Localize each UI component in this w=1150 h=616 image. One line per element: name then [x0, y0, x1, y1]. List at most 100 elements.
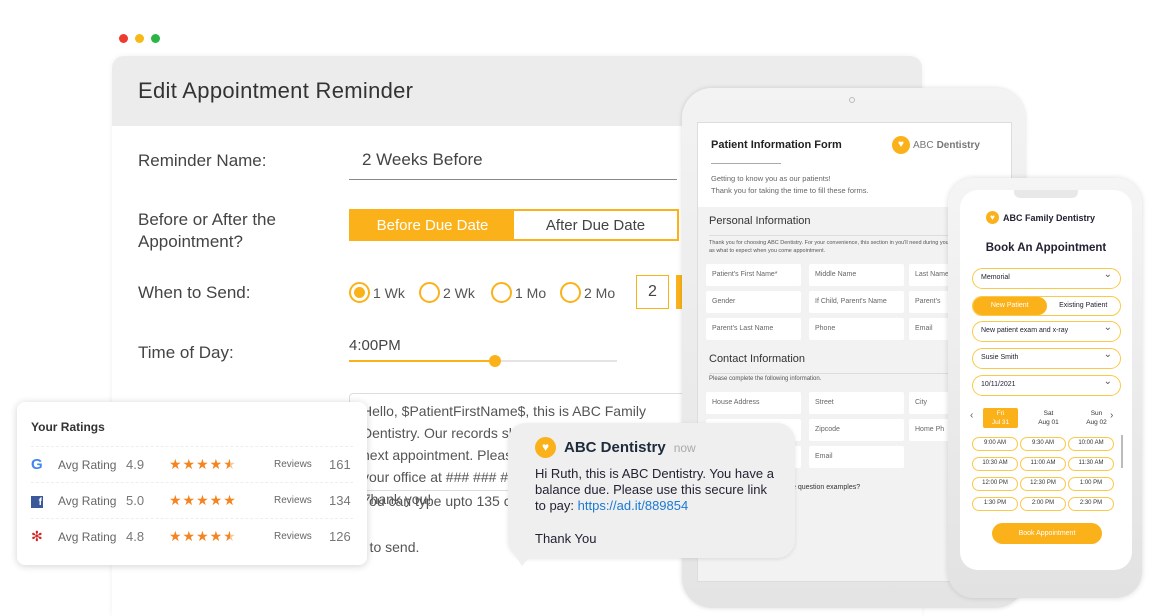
- date-select[interactable]: 10/11/2021: [972, 375, 1121, 396]
- time-slot[interactable]: 1:30 PM: [972, 497, 1018, 511]
- time-slot[interactable]: 9:00 AM: [972, 437, 1018, 451]
- form-field[interactable]: If Child, Parent's Name: [809, 291, 904, 313]
- radio-label: 1 Wk: [373, 284, 405, 301]
- day-name: Sun: [1090, 410, 1103, 417]
- time-slider[interactable]: [349, 355, 617, 367]
- intro-line: Getting to know you as our patients!: [711, 174, 831, 183]
- reminder-name-input[interactable]: 2 Weeks Before: [349, 146, 677, 180]
- existing-patient-button[interactable]: Existing Patient: [1047, 297, 1121, 315]
- time-slot[interactable]: 2:00 PM: [1020, 497, 1066, 511]
- time-slot[interactable]: 11:00 AM: [1020, 457, 1066, 471]
- day-name: Fri: [996, 410, 1005, 417]
- radio-1mo[interactable]: 1 Mo: [491, 282, 546, 303]
- reviews-label: Reviews: [274, 531, 312, 542]
- bubble-tail: [514, 554, 532, 566]
- phone-notch: [1014, 190, 1078, 198]
- form-title: Patient Information Form: [711, 139, 842, 151]
- service-select[interactable]: New patient exam and x-ray: [972, 321, 1121, 342]
- day-date: Aug 01: [1038, 419, 1059, 426]
- sms-bubble: ABC Dentistry now Hi Ruth, this is ABC D…: [508, 423, 795, 566]
- day-option[interactable]: Sun Aug 02: [1079, 408, 1114, 428]
- before-after-label-1: Before or After the: [138, 210, 276, 229]
- form-field[interactable]: Zipcode: [809, 419, 904, 441]
- radio-icon: [491, 282, 512, 303]
- time-slot[interactable]: 1:00 PM: [1068, 477, 1114, 491]
- message-line: Hello, $PatientFirstName$, this is ABC F…: [362, 403, 646, 419]
- maximize-window-dot[interactable]: [151, 34, 160, 43]
- minimize-window-dot[interactable]: [135, 34, 144, 43]
- reviews-label: Reviews: [274, 495, 312, 506]
- patient-type-toggle: New Patient Existing Patient: [972, 296, 1121, 316]
- intro-line: Thank you for taking the time to fill th…: [711, 186, 869, 195]
- time-slot[interactable]: 12:30 PM: [1020, 477, 1066, 491]
- form-field[interactable]: Street: [809, 392, 904, 414]
- time-slot[interactable]: 12:00 PM: [972, 477, 1018, 491]
- radio-icon: [419, 282, 440, 303]
- star-rating-icon: ★★★★★: [169, 528, 237, 544]
- time-of-day-label: Time of Day:: [138, 343, 234, 362]
- title-underline: [711, 163, 781, 164]
- before-due-date-button[interactable]: Before Due Date: [351, 211, 514, 239]
- contact-info-heading: Contact Information: [709, 353, 805, 365]
- times-scrollbar[interactable]: [1121, 435, 1123, 468]
- brand-logo: ABC Dentistry: [892, 136, 980, 154]
- day-date: Aug 02: [1086, 419, 1107, 426]
- form-field[interactable]: Email: [809, 446, 904, 468]
- day-option[interactable]: Fri Jul 31: [983, 408, 1018, 428]
- avg-rating-label: Avg Rating: [58, 493, 117, 508]
- form-field[interactable]: Gender: [706, 291, 801, 313]
- custom-interval-input[interactable]: 2: [636, 275, 669, 309]
- avg-rating-value: 4.8: [126, 529, 145, 544]
- reviews-label: Reviews: [274, 459, 312, 470]
- form-field[interactable]: Phone: [809, 318, 904, 340]
- brand-light: ABC: [913, 139, 934, 151]
- slider-thumb[interactable]: [489, 355, 502, 367]
- sms-closing: Thank You: [535, 531, 597, 546]
- rating-row: f Avg Rating 5.0 ★★★★★ Reviews 134: [31, 482, 353, 518]
- sms-payment-link[interactable]: https://ad.it/889854: [578, 498, 689, 513]
- avg-rating-value: 4.9: [126, 457, 145, 472]
- send-hint: r to send.: [361, 539, 420, 555]
- before-after-label-2: Appointment?: [138, 232, 243, 251]
- time-slot[interactable]: 9:30 AM: [1020, 437, 1066, 451]
- book-appointment-button[interactable]: Book Appointment: [992, 523, 1102, 544]
- form-field[interactable]: Parent's Last Name: [706, 318, 801, 340]
- form-field[interactable]: Middle Name: [809, 264, 904, 286]
- star-rating-icon: ★★★★★: [169, 492, 237, 508]
- booking-brand: ABC Family Dentistry: [986, 211, 1095, 224]
- time-slot[interactable]: 10:30 AM: [972, 457, 1018, 471]
- avg-rating-label: Avg Rating: [58, 529, 117, 544]
- day-name: Sat: [1043, 410, 1054, 417]
- tooth-logo-icon: [535, 437, 556, 458]
- time-slot[interactable]: 11:30 AM: [1068, 457, 1114, 471]
- form-field[interactable]: House Address: [706, 392, 801, 414]
- ratings-card: Your Ratings G Avg Rating 4.9 ★★★★★ Revi…: [17, 402, 367, 565]
- radio-checked-icon: [349, 282, 370, 303]
- question-examples-text: e question examples?: [792, 484, 861, 491]
- char-limit-hint: You can type upto 135 ch: [361, 493, 519, 509]
- radio-1wk[interactable]: 1 Wk: [349, 282, 405, 303]
- contact-info-text: Please complete the following informatio…: [709, 376, 822, 382]
- day-option[interactable]: Sat Aug 01: [1031, 408, 1066, 428]
- radio-2mo[interactable]: 2 Mo: [560, 282, 615, 303]
- sms-time: now: [673, 440, 696, 455]
- radio-2wk[interactable]: 2 Wk: [419, 282, 475, 303]
- new-patient-button[interactable]: New Patient: [973, 297, 1047, 315]
- time-slot[interactable]: 10:00 AM: [1068, 437, 1114, 451]
- prev-day-icon[interactable]: ‹: [970, 410, 973, 421]
- close-window-dot[interactable]: [119, 34, 128, 43]
- brand-bold: Dentistry: [936, 139, 980, 151]
- form-field[interactable]: Patient's First Name*: [706, 264, 801, 286]
- reviews-count: 134: [329, 493, 351, 508]
- star-rating-icon: ★★★★★: [169, 456, 237, 472]
- patient-select[interactable]: Susie Smith: [972, 348, 1121, 369]
- rating-row: G Avg Rating 4.9 ★★★★★ Reviews 161: [31, 446, 353, 482]
- avg-rating-value: 5.0: [126, 493, 145, 508]
- after-due-date-button[interactable]: After Due Date: [514, 211, 677, 239]
- time-slot[interactable]: 2:30 PM: [1068, 497, 1114, 511]
- booking-screen: ABC Family Dentistry Book An Appointment…: [960, 190, 1132, 570]
- location-select[interactable]: Memorial: [972, 268, 1121, 289]
- sms-sender: ABC Dentistry: [564, 439, 666, 456]
- brand-name: ABC Family Dentistry: [1003, 212, 1096, 223]
- day-date: Jul 31: [991, 419, 1010, 426]
